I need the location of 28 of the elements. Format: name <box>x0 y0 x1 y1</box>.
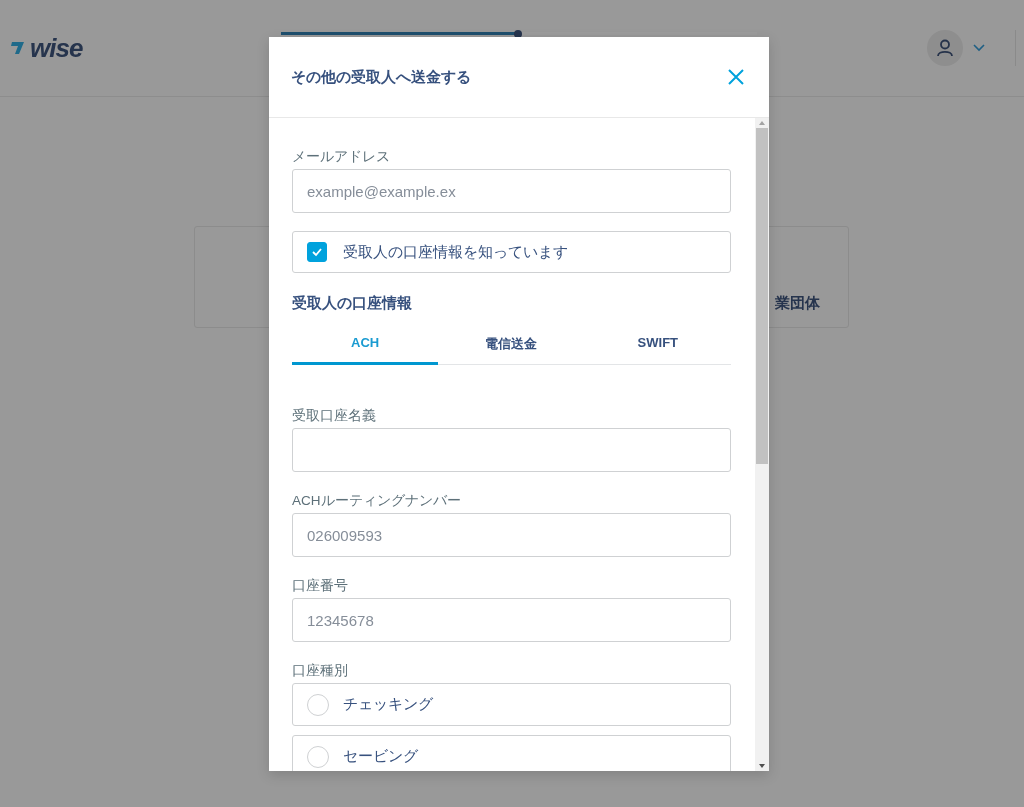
logo[interactable]: wise <box>30 32 83 64</box>
radio-option[interactable]: セービング <box>292 735 731 771</box>
tab[interactable]: SWIFT <box>584 327 731 365</box>
radio-option[interactable]: チェッキング <box>292 683 731 726</box>
scrollbar[interactable] <box>755 118 769 771</box>
input-field[interactable] <box>292 428 731 472</box>
check-icon <box>311 247 323 257</box>
modal-title: その他の受取人へ送金する <box>291 67 471 87</box>
field-label: 口座番号 <box>292 577 349 594</box>
close-icon[interactable] <box>728 69 744 85</box>
checkbox-label: 受取人の口座情報を知っています <box>343 242 568 262</box>
user-icon <box>936 39 954 57</box>
input-field[interactable]: 026009593 <box>292 513 731 557</box>
section-heading: 受取人の口座情報 <box>292 294 413 313</box>
field-label: ACHルーティングナンバー <box>292 492 462 509</box>
checkbox-row[interactable]: 受取人の口座情報を知っています <box>292 231 731 273</box>
chevron-down-icon[interactable] <box>973 44 985 52</box>
field-label: 受取口座名義 <box>292 407 377 424</box>
input-field[interactable]: 12345678 <box>292 598 731 642</box>
account-button[interactable] <box>927 30 963 66</box>
radio-label: セービング <box>343 747 418 766</box>
checkbox[interactable] <box>307 242 327 262</box>
tab[interactable]: 電信送金 <box>438 327 585 365</box>
card-title: 業団体 <box>775 294 820 313</box>
input-field[interactable]: example@example.ex <box>292 169 731 213</box>
field-label: メールアドレス <box>292 148 391 165</box>
radio-label: チェッキング <box>343 695 433 714</box>
field-label: 口座種別 <box>292 662 349 679</box>
